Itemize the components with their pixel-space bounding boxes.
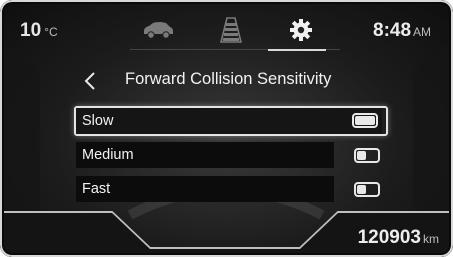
clock-time: 8:48 xyxy=(373,20,412,41)
car-icon xyxy=(144,22,173,39)
left-hex-shape xyxy=(0,40,40,235)
right-hex-shape xyxy=(413,40,453,235)
odometer-value: 120903 xyxy=(357,227,421,248)
option-toggle-off[interactable] xyxy=(354,182,380,197)
tab-driver-assist[interactable] xyxy=(212,14,250,46)
toggle-knob xyxy=(357,185,366,194)
temperature-value: 10 xyxy=(20,20,42,41)
active-tab-indicator xyxy=(268,49,326,51)
gear-icon xyxy=(290,19,312,41)
odometer-unit: km xyxy=(423,232,439,246)
toggle-knob xyxy=(355,116,375,125)
option-medium[interactable]: Medium xyxy=(76,142,388,168)
option-label: Fast xyxy=(82,181,111,197)
odometer: 120903 km xyxy=(358,227,439,249)
instrument-display: 10 °C 8:48 AM Forward Collision Sensitiv… xyxy=(0,0,453,257)
menu-header: Forward Collision Sensitivity xyxy=(80,66,380,96)
tab-settings[interactable] xyxy=(282,14,320,46)
option-toggle-on[interactable] xyxy=(352,113,378,128)
clock: 8:48 AM xyxy=(373,20,431,42)
option-label: Slow xyxy=(82,113,114,129)
outside-temperature: 10 °C xyxy=(20,20,58,42)
page-title: Forward Collision Sensitivity xyxy=(125,70,332,88)
option-label: Medium xyxy=(82,147,134,163)
temperature-unit: °C xyxy=(44,25,58,39)
tab-vehicle[interactable] xyxy=(139,14,177,46)
toggle-knob xyxy=(357,151,366,160)
option-slow[interactable]: Slow xyxy=(74,106,388,136)
chevron-left-icon xyxy=(84,72,95,90)
lane-icon xyxy=(219,17,243,43)
option-fast[interactable]: Fast xyxy=(76,176,388,202)
option-background xyxy=(76,176,334,202)
option-background xyxy=(76,108,382,134)
clock-ampm: AM xyxy=(413,25,432,39)
status-bar: 10 °C 8:48 AM xyxy=(0,0,453,56)
back-button[interactable] xyxy=(80,70,102,92)
option-toggle-off[interactable] xyxy=(354,148,380,163)
